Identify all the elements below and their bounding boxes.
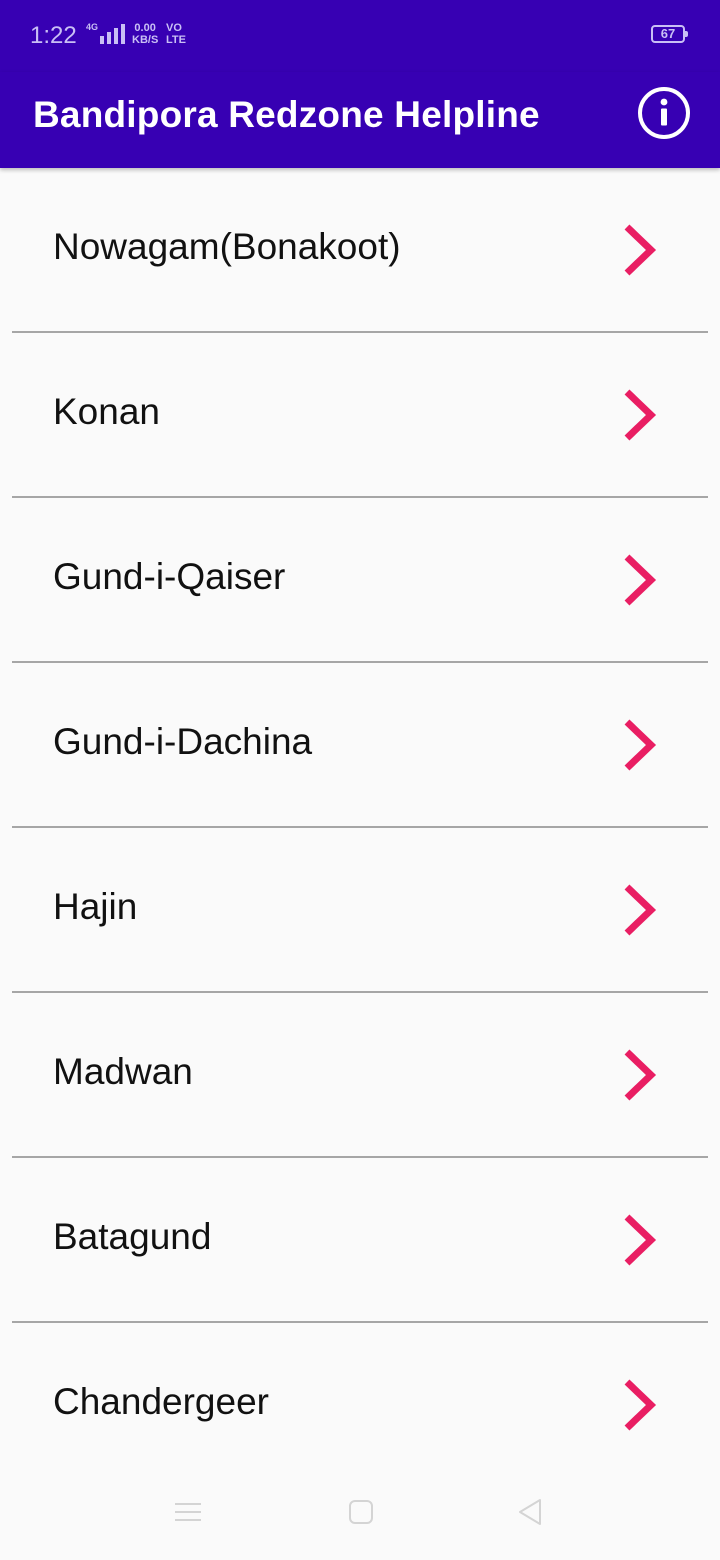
home-icon [349,1500,373,1524]
list-item[interactable]: Gund-i-Qaiser [0,498,720,663]
back-icon [519,1499,541,1525]
network-indicator: 4G [86,20,126,44]
volte-top: VO [166,22,182,34]
volte-indicator: VO LTE [166,22,186,46]
app-bar: Bandipora Redzone Helpline [0,72,720,168]
list-item-label: Madwan [53,1051,193,1092]
info-button[interactable] [637,86,691,140]
list-item-label: Konan [53,391,160,432]
list-item[interactable]: Chandergeer [0,1323,720,1488]
status-bar: 1:22 4G 0.00 KB/S VO LTE 67 [0,0,720,72]
list-item[interactable]: Batagund [0,1158,720,1323]
network-type: 4G [86,22,99,32]
list-item-label: Gund-i-Qaiser [53,556,286,597]
chevron-right-icon [624,224,657,276]
list-item-label: Chandergeer [53,1381,269,1422]
list-item[interactable]: Nowagam(Bonakoot) [0,168,720,333]
home-button[interactable] [347,1497,375,1532]
battery-level: 67 [660,26,676,41]
list-item-label: Hajin [53,886,138,927]
back-button[interactable] [516,1497,544,1532]
list-item[interactable]: Madwan [0,993,720,1158]
signal-icon [100,20,126,44]
volte-bottom: LTE [166,34,186,46]
chevron-right-icon [624,389,657,441]
list-item-label: Batagund [53,1216,212,1257]
speed-unit: KB/S [132,34,159,46]
chevron-right-icon [624,884,657,936]
chevron-right-icon [624,1049,657,1101]
list-item[interactable]: Gund-i-Dachina [0,663,720,828]
chevron-right-icon [624,719,657,771]
battery-icon: 67 [651,25,688,43]
navigation-bar [0,1470,720,1560]
chevron-right-icon [624,554,657,606]
list-item[interactable]: Hajin [0,828,720,993]
chevron-right-icon [624,1214,657,1266]
chevron-right-icon [624,1379,657,1431]
network-speed: 0.00 KB/S [132,22,158,46]
area-list: Nowagam(Bonakoot) Konan Gund-i-Qaiser Gund-… [0,168,720,1488]
list-item[interactable]: Konan [0,333,720,498]
info-icon [638,87,690,139]
list-item-label: Nowagam(Bonakoot) [53,226,401,267]
list-item-label: Gund-i-Dachina [53,721,313,762]
page-title: Bandipora Redzone Helpline [33,94,540,135]
status-time: 1:22 [30,22,77,49]
menu-button[interactable] [174,1497,202,1532]
menu-icon [175,1503,201,1521]
speed-value: 0.00 [134,22,156,34]
